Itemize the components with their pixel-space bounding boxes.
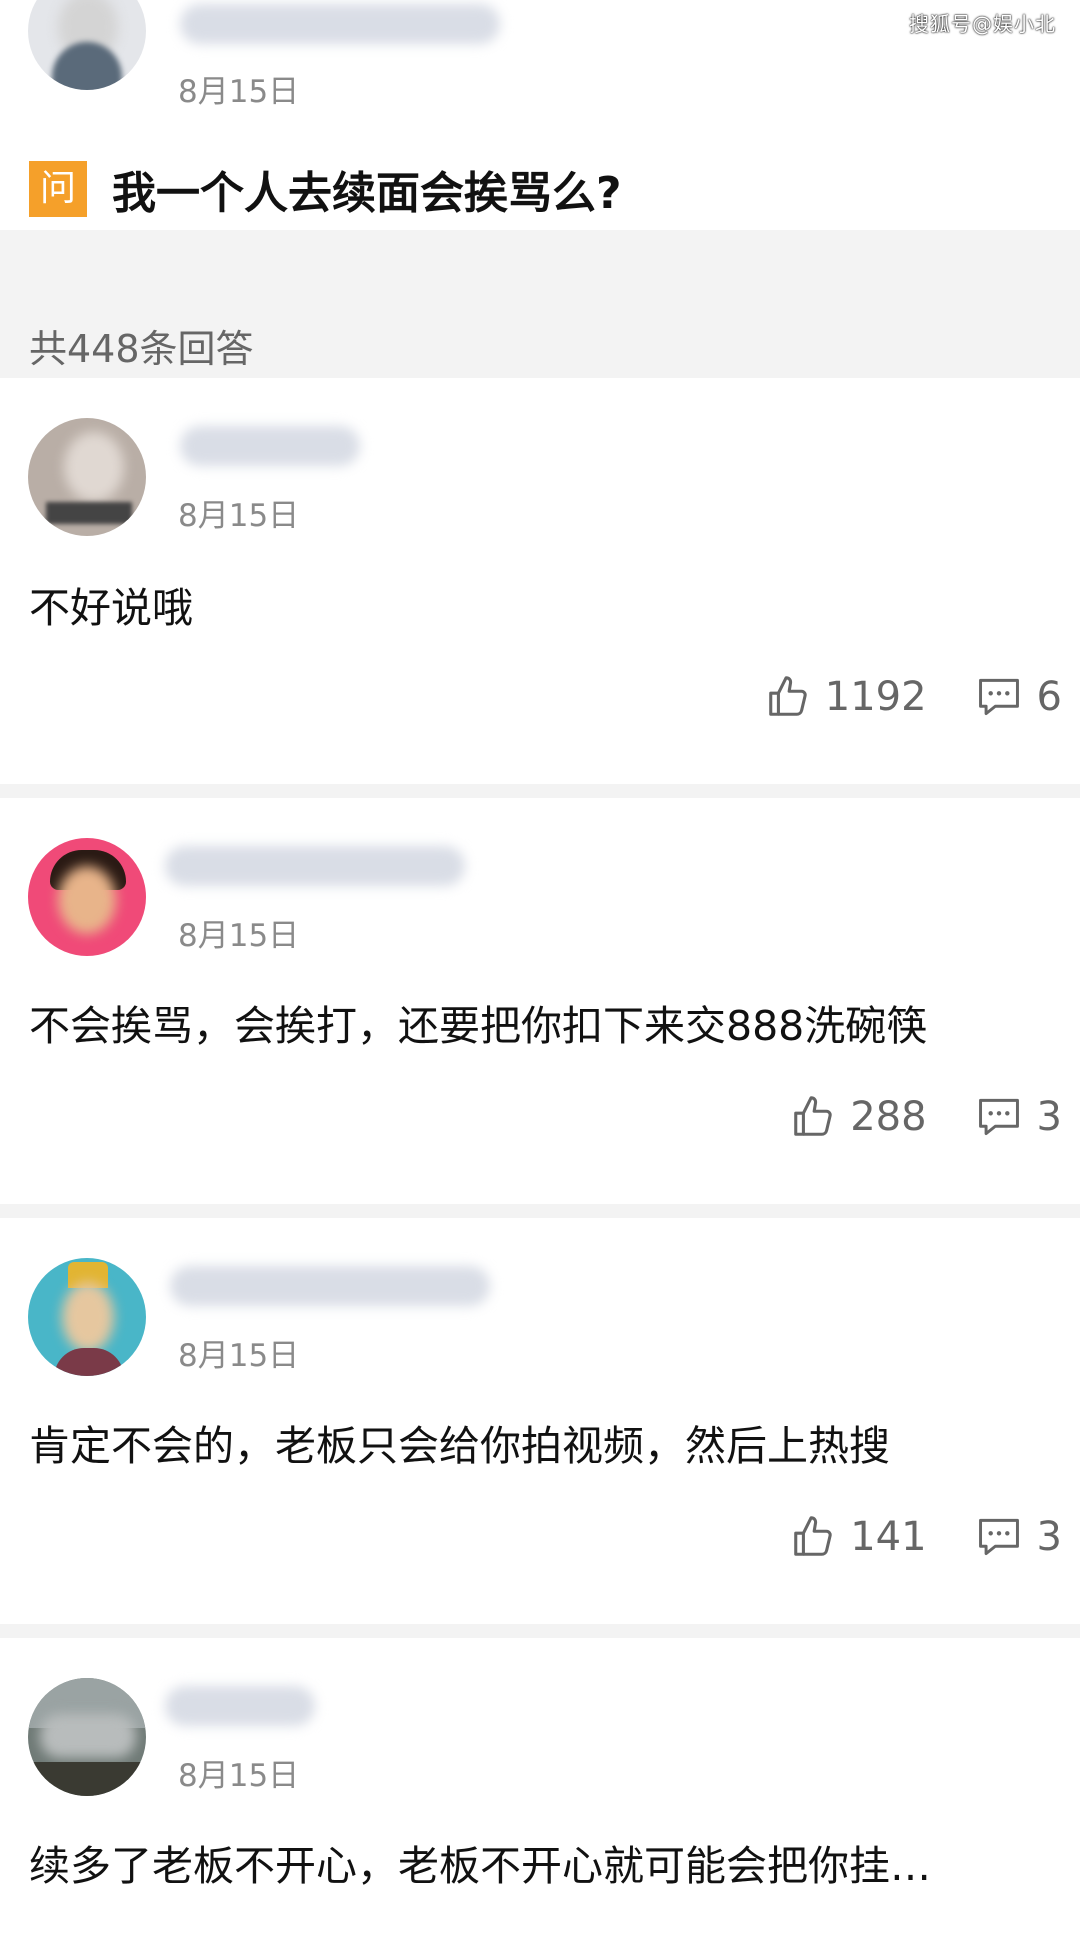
separator [0, 1624, 1080, 1638]
comment-bubble-icon [975, 674, 1023, 720]
like-count: 288 [850, 1094, 927, 1140]
asker-avatar[interactable] [28, 0, 146, 90]
like-button[interactable]: 141 [790, 1514, 927, 1560]
separator [0, 784, 1080, 798]
avatar[interactable] [28, 1678, 146, 1796]
like-button[interactable]: 288 [790, 1094, 927, 1140]
like-button[interactable]: 1192 [765, 674, 927, 720]
answer-text: 不会挨骂，会挨打，还要把你扣下来交888洗碗筷 [29, 1002, 928, 1050]
comment-button[interactable]: 3 [975, 1514, 1062, 1560]
thumbs-up-icon [790, 1094, 836, 1140]
question-icon: 问 [29, 161, 87, 217]
username-blurred[interactable] [180, 426, 360, 466]
comment-count: 3 [1036, 1514, 1062, 1560]
watermark: 搜狐号@娱小北 [909, 12, 1056, 36]
answer-card[interactable]: 8月15日 不好说哦 1192 6 [0, 378, 1080, 784]
answer-text: 肯定不会的，老板只会给你拍视频，然后上热搜 [29, 1422, 890, 1470]
answer-date: 8月15日 [178, 918, 300, 954]
comment-count: 3 [1036, 1094, 1062, 1140]
avatar[interactable] [28, 1258, 146, 1376]
username-blurred[interactable] [165, 1686, 315, 1726]
answer-date: 8月15日 [178, 1758, 300, 1794]
thumbs-up-icon [790, 1514, 836, 1560]
answer-text: 不好说哦 [29, 584, 193, 632]
answer-text: 续多了老板不开心，老板不开心就可能会把你挂… [29, 1842, 931, 1890]
avatar[interactable] [28, 418, 146, 536]
comment-button[interactable]: 3 [975, 1094, 1062, 1140]
answer-card[interactable]: 8月15日 不会挨骂，会挨打，还要把你扣下来交888洗碗筷 288 3 [0, 798, 1080, 1204]
answer-stats: 141 3 [790, 1514, 1062, 1560]
comment-count: 6 [1036, 674, 1062, 720]
username-blurred[interactable] [165, 846, 465, 886]
avatar[interactable] [28, 838, 146, 956]
question-date: 8月15日 [178, 74, 300, 110]
answer-date: 8月15日 [178, 498, 300, 534]
comment-button[interactable]: 6 [975, 674, 1062, 720]
thumbs-up-icon [765, 674, 811, 720]
asker-name-blurred[interactable] [180, 4, 500, 44]
answers-count-bar: 共448条回答 [0, 230, 1080, 378]
answer-stats: 288 3 [790, 1094, 1062, 1140]
answer-card[interactable]: 8月15日 续多了老板不开心，老板不开心就可能会把你挂… [0, 1638, 1080, 1938]
question-title[interactable]: 我一个人去续面会挨骂么? [112, 157, 622, 221]
like-count: 1192 [824, 674, 927, 720]
comment-bubble-icon [975, 1514, 1023, 1560]
answer-date: 8月15日 [178, 1338, 300, 1374]
username-blurred[interactable] [170, 1266, 490, 1306]
separator [0, 1204, 1080, 1218]
answer-stats: 1192 6 [765, 674, 1062, 720]
like-count: 141 [850, 1514, 927, 1560]
comment-bubble-icon [975, 1094, 1023, 1140]
answer-card[interactable]: 8月15日 肯定不会的，老板只会给你拍视频，然后上热搜 141 3 [0, 1218, 1080, 1624]
answers-count: 共448条回答 [29, 327, 254, 371]
